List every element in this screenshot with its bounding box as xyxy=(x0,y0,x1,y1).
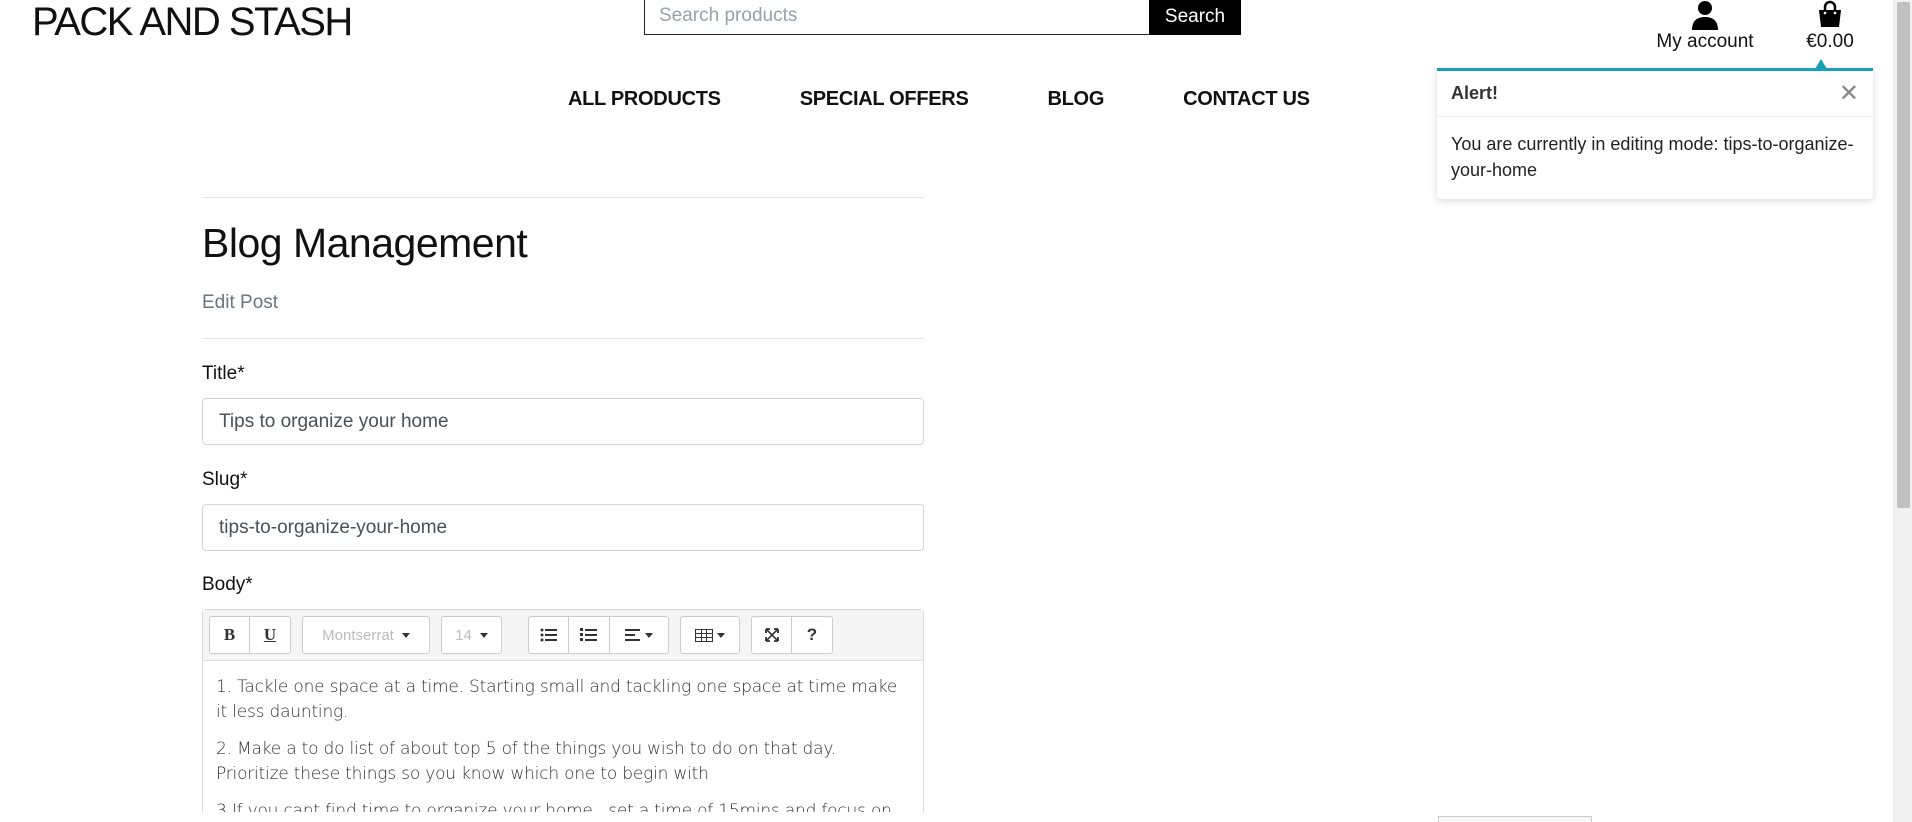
nav-item-special-offers[interactable]: SPECIAL OFFERS xyxy=(800,88,969,111)
body-label: Body* xyxy=(202,574,253,595)
help-button[interactable]: ? xyxy=(792,616,833,654)
chevron-down-icon xyxy=(717,632,725,638)
blog-management-panel: Blog Management Edit Post Title* Slug* B… xyxy=(202,197,924,812)
bottom-widget xyxy=(1438,816,1592,822)
shopping-bag-link[interactable]: €0.00 xyxy=(1800,0,1860,53)
underline-button[interactable]: U xyxy=(250,616,291,654)
style-group: B U xyxy=(209,616,291,654)
nav-item-contact-us[interactable]: CONTACT US xyxy=(1183,88,1310,111)
font-name-dropdown[interactable]: Montserrat xyxy=(302,616,430,654)
toast-message: You are currently in editing mode: tips-… xyxy=(1451,134,1854,180)
page-scrollbar[interactable] xyxy=(1893,0,1912,822)
chevron-down-icon xyxy=(645,632,653,638)
font-size-group: 14 xyxy=(441,616,502,654)
search-input[interactable] xyxy=(644,0,1149,35)
table-dropdown[interactable] xyxy=(680,616,740,654)
editor-content[interactable]: 1. Tackle one space at a time. Starting … xyxy=(203,661,923,812)
font-size-value: 14 xyxy=(455,626,472,644)
paragraph-group xyxy=(528,616,669,654)
ordered-list-button[interactable] xyxy=(569,616,610,654)
editor-toolbar: B U Montserrat 14 ? xyxy=(203,610,923,661)
paragraph-align-dropdown[interactable] xyxy=(610,616,669,654)
main-nav: ALL PRODUCTS SPECIAL OFFERS BLOG CONTACT… xyxy=(568,88,1310,111)
nav-item-all-products[interactable]: ALL PRODUCTS xyxy=(568,88,721,111)
alert-toast: Alert! ✕ You are currently in editing mo… xyxy=(1437,68,1873,199)
font-size-dropdown[interactable]: 14 xyxy=(441,616,502,654)
font-name-group: Montserrat xyxy=(302,616,430,654)
rich-text-editor: B U Montserrat 14 ? 1. Tackle one space … xyxy=(202,609,924,812)
top-divider xyxy=(202,197,924,198)
table-icon xyxy=(695,628,713,642)
unordered-list-button[interactable] xyxy=(528,616,569,654)
title-field[interactable] xyxy=(202,398,924,445)
toast-title: Alert! xyxy=(1451,83,1499,103)
site-logo[interactable]: PACK AND STASH xyxy=(32,2,353,42)
close-icon[interactable]: ✕ xyxy=(1839,81,1859,106)
bold-button[interactable]: B xyxy=(209,616,250,654)
align-left-icon xyxy=(625,629,640,641)
nav-item-blog[interactable]: BLOG xyxy=(1048,88,1105,111)
editor-paragraph: 3.If you cant find time to organize your… xyxy=(216,801,892,812)
numbered-list-icon xyxy=(580,628,597,641)
title-label: Title* xyxy=(202,363,245,384)
chevron-down-icon xyxy=(479,632,488,638)
my-account-label: My account xyxy=(1656,31,1754,52)
my-account-link[interactable]: My account xyxy=(1650,0,1760,53)
fullscreen-button[interactable] xyxy=(751,616,792,654)
chevron-down-icon xyxy=(401,632,410,638)
search-button[interactable]: Search xyxy=(1149,0,1241,35)
editor-paragraph: 1. Tackle one space at a time. Starting … xyxy=(216,677,898,722)
view-group: ? xyxy=(751,616,833,654)
expand-icon xyxy=(764,628,779,642)
slug-label: Slug* xyxy=(202,469,248,490)
page-subtitle: Edit Post xyxy=(202,292,279,313)
table-group xyxy=(680,616,740,654)
font-name-value: Montserrat xyxy=(322,626,394,644)
bullet-list-icon xyxy=(540,628,557,642)
page-title: Blog Management xyxy=(202,220,528,266)
subtitle-divider xyxy=(202,338,924,339)
user-icon xyxy=(1692,1,1718,30)
shopping-bag-icon xyxy=(1819,0,1841,27)
slug-field[interactable] xyxy=(202,504,924,551)
search-form: Search xyxy=(644,0,1241,35)
bag-total: €0.00 xyxy=(1806,31,1854,52)
editor-paragraph: 2. Make a to do list of about top 5 of t… xyxy=(216,739,837,784)
toast-header: Alert! ✕ xyxy=(1437,71,1873,117)
scrollbar-thumb[interactable] xyxy=(1897,2,1910,508)
